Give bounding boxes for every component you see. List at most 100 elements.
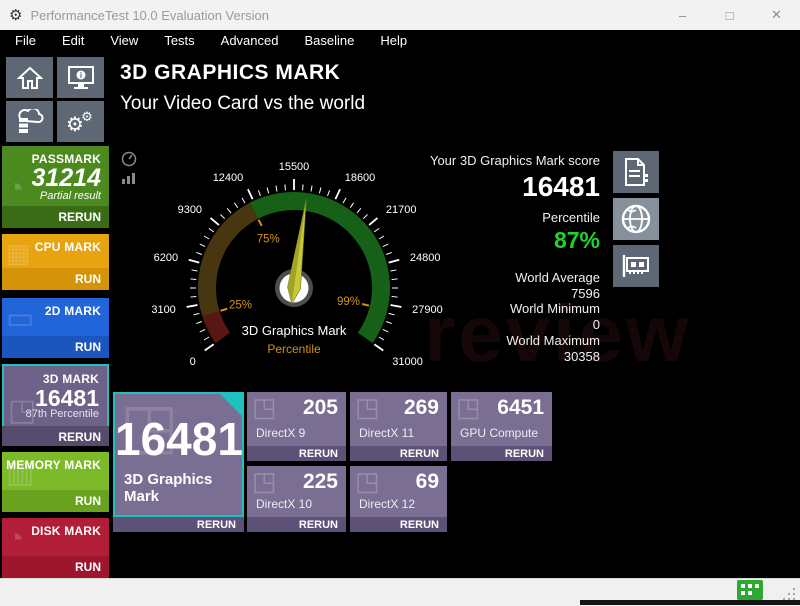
- 2d-mark-label: 2D MARK: [44, 304, 101, 318]
- gauge-segment: [249, 192, 390, 344]
- disk-mark-label: DISK MARK: [31, 524, 101, 538]
- gauge-tick: [203, 235, 210, 240]
- gauge-tick: [186, 304, 198, 308]
- gauge-tick: [208, 227, 215, 233]
- passmark-note: Partial result: [39, 190, 101, 202]
- gpu-compute-label: GPU Compute: [460, 426, 539, 440]
- directx9-label: DirectX 9: [256, 426, 306, 440]
- system-info-button[interactable]: i: [57, 57, 104, 98]
- preferences-button[interactable]: ⚙ ⚙: [57, 101, 104, 142]
- gauge-tick: [233, 202, 239, 209]
- 3d-shapes-ghost-icon: ◳: [252, 466, 277, 496]
- maximize-icon[interactable]: □: [706, 0, 753, 30]
- gauge-tick: [247, 188, 254, 200]
- percentile-mark-label: 99%: [337, 296, 360, 308]
- cloud-server-icon: [17, 108, 43, 133]
- resize-grip[interactable]: [783, 588, 795, 600]
- home-button[interactable]: [6, 57, 53, 98]
- gauge-tick-label: 15500: [279, 161, 310, 173]
- result-main-label: 3D Graphics Mark: [124, 471, 213, 505]
- minimize-icon[interactable]: –: [659, 0, 706, 30]
- svg-text:i: i: [79, 71, 81, 80]
- directx12-value: 69: [415, 470, 439, 493]
- memory-mark-label: MEMORY MARK: [6, 458, 101, 472]
- score-panel: Your 3D Graphics Mark score 16481 Percen…: [370, 153, 600, 364]
- result-tile-directx11[interactable]: ◳ 269 DirectX 11: [350, 392, 447, 446]
- svg-text:⚙: ⚙: [81, 110, 93, 125]
- memory-run-button[interactable]: RUN: [2, 490, 109, 512]
- gauge-tick: [356, 208, 362, 214]
- sidebar-tile-memory-mark[interactable]: ▥ MEMORY MARK: [2, 452, 109, 490]
- baseline-cloud-button[interactable]: [6, 101, 53, 142]
- disk-run-button[interactable]: RUN: [2, 556, 109, 578]
- percentile-tick: [257, 219, 263, 227]
- sidebar-tile-3d-mark[interactable]: ◳ 3D MARK 16481 87th Percentile: [2, 364, 109, 430]
- gauge-tick: [196, 251, 203, 255]
- close-icon[interactable]: ✕: [753, 0, 800, 30]
- home-icon: [16, 66, 43, 89]
- directx11-rerun-button[interactable]: RERUN: [350, 446, 447, 461]
- percentile-mark-label: 25%: [229, 300, 252, 312]
- gauge-tick: [196, 321, 203, 325]
- gauge-tick: [327, 190, 331, 197]
- gpu-compute-rerun-button[interactable]: RERUN: [451, 446, 552, 461]
- monitor-ghost-icon: ▭: [6, 302, 35, 335]
- gauge-tick: [193, 312, 200, 316]
- gauge-tick: [342, 197, 347, 204]
- world-minimum-value: 0: [592, 317, 600, 333]
- percentile-tick: [361, 303, 370, 307]
- directx12-rerun-button[interactable]: RERUN: [350, 517, 447, 532]
- gauge-tick: [191, 269, 198, 272]
- menu-baseline[interactable]: Baseline: [291, 31, 367, 50]
- taskbar-edge: [580, 600, 800, 605]
- monitor-info-icon: i: [67, 65, 94, 89]
- result-tile-3d-graphics-mark[interactable]: ◳ 16481 3D Graphics Mark: [113, 392, 244, 517]
- menu-edit[interactable]: Edit: [49, 31, 97, 50]
- menu-help[interactable]: Help: [367, 31, 420, 50]
- percentile-tick: [220, 307, 228, 312]
- directx9-rerun-button[interactable]: RERUN: [247, 446, 346, 461]
- passmark-rerun-button[interactable]: RERUN: [2, 206, 109, 228]
- main-rerun-button[interactable]: RERUN: [113, 517, 244, 532]
- sidebar-tile-passmark[interactable]: ◔ PASSMARK 31214 Partial result: [2, 146, 109, 206]
- directx10-rerun-button[interactable]: RERUN: [247, 517, 346, 532]
- report-button[interactable]: [613, 151, 659, 193]
- result-tile-gpu-compute[interactable]: ◳ 6451 GPU Compute: [451, 392, 552, 446]
- tray-icon[interactable]: [737, 580, 763, 600]
- 3d-mark-percentile: 87th Percentile: [25, 408, 99, 420]
- directx9-value: 205: [302, 396, 338, 419]
- menu-view[interactable]: View: [97, 31, 151, 50]
- world-results-button[interactable]: [613, 198, 659, 240]
- result-tile-directx9[interactable]: ◳ 205 DirectX 9: [247, 392, 346, 446]
- gauge-title: 3D Graphics Mark: [242, 323, 347, 338]
- menu-bar: File Edit View Tests Advanced Baseline H…: [0, 30, 800, 51]
- 3d-rerun-button[interactable]: RERUN: [2, 426, 109, 446]
- 2d-run-button[interactable]: RUN: [2, 336, 109, 358]
- menu-file[interactable]: File: [2, 31, 49, 50]
- sidebar-tile-disk-mark[interactable]: ◔ DISK MARK: [2, 518, 109, 556]
- gauge-tick: [188, 258, 200, 264]
- percentile-mark-label: 75%: [257, 233, 280, 245]
- cpu-chip-ghost-icon: ▦: [6, 238, 31, 268]
- gauge-tick: [275, 185, 278, 192]
- score-heading: Your 3D Graphics Mark score: [429, 153, 600, 168]
- gears-icon: ⚙ ⚙: [67, 110, 93, 135]
- video-card-info-button[interactable]: [613, 245, 659, 287]
- world-maximum-label: World Maximum: [506, 332, 600, 348]
- directx11-value: 269: [403, 396, 439, 419]
- cpu-mark-label: CPU MARK: [34, 240, 101, 254]
- menu-advanced[interactable]: Advanced: [208, 31, 292, 50]
- gauge-tick-label: 6200: [154, 252, 178, 264]
- 3d-shapes-ghost-icon: ◳: [456, 392, 481, 422]
- directx11-label: DirectX 11: [359, 426, 415, 440]
- cpu-run-button[interactable]: RUN: [2, 268, 109, 290]
- percentile-label: Percentile: [542, 210, 600, 225]
- sidebar-tile-cpu-mark[interactable]: ▦ CPU MARK: [2, 234, 109, 268]
- gauge-tick: [257, 190, 261, 197]
- result-tile-directx12[interactable]: ◳ 69 DirectX 12: [350, 466, 447, 517]
- world-minimum-label: World Minimum: [509, 301, 600, 317]
- sidebar-tile-2d-mark[interactable]: ▭ 2D MARK: [2, 298, 109, 336]
- result-tile-directx10[interactable]: ◳ 225 DirectX 10: [247, 466, 346, 517]
- menu-tests[interactable]: Tests: [151, 31, 207, 50]
- gauge-tick-label: 3100: [151, 304, 175, 316]
